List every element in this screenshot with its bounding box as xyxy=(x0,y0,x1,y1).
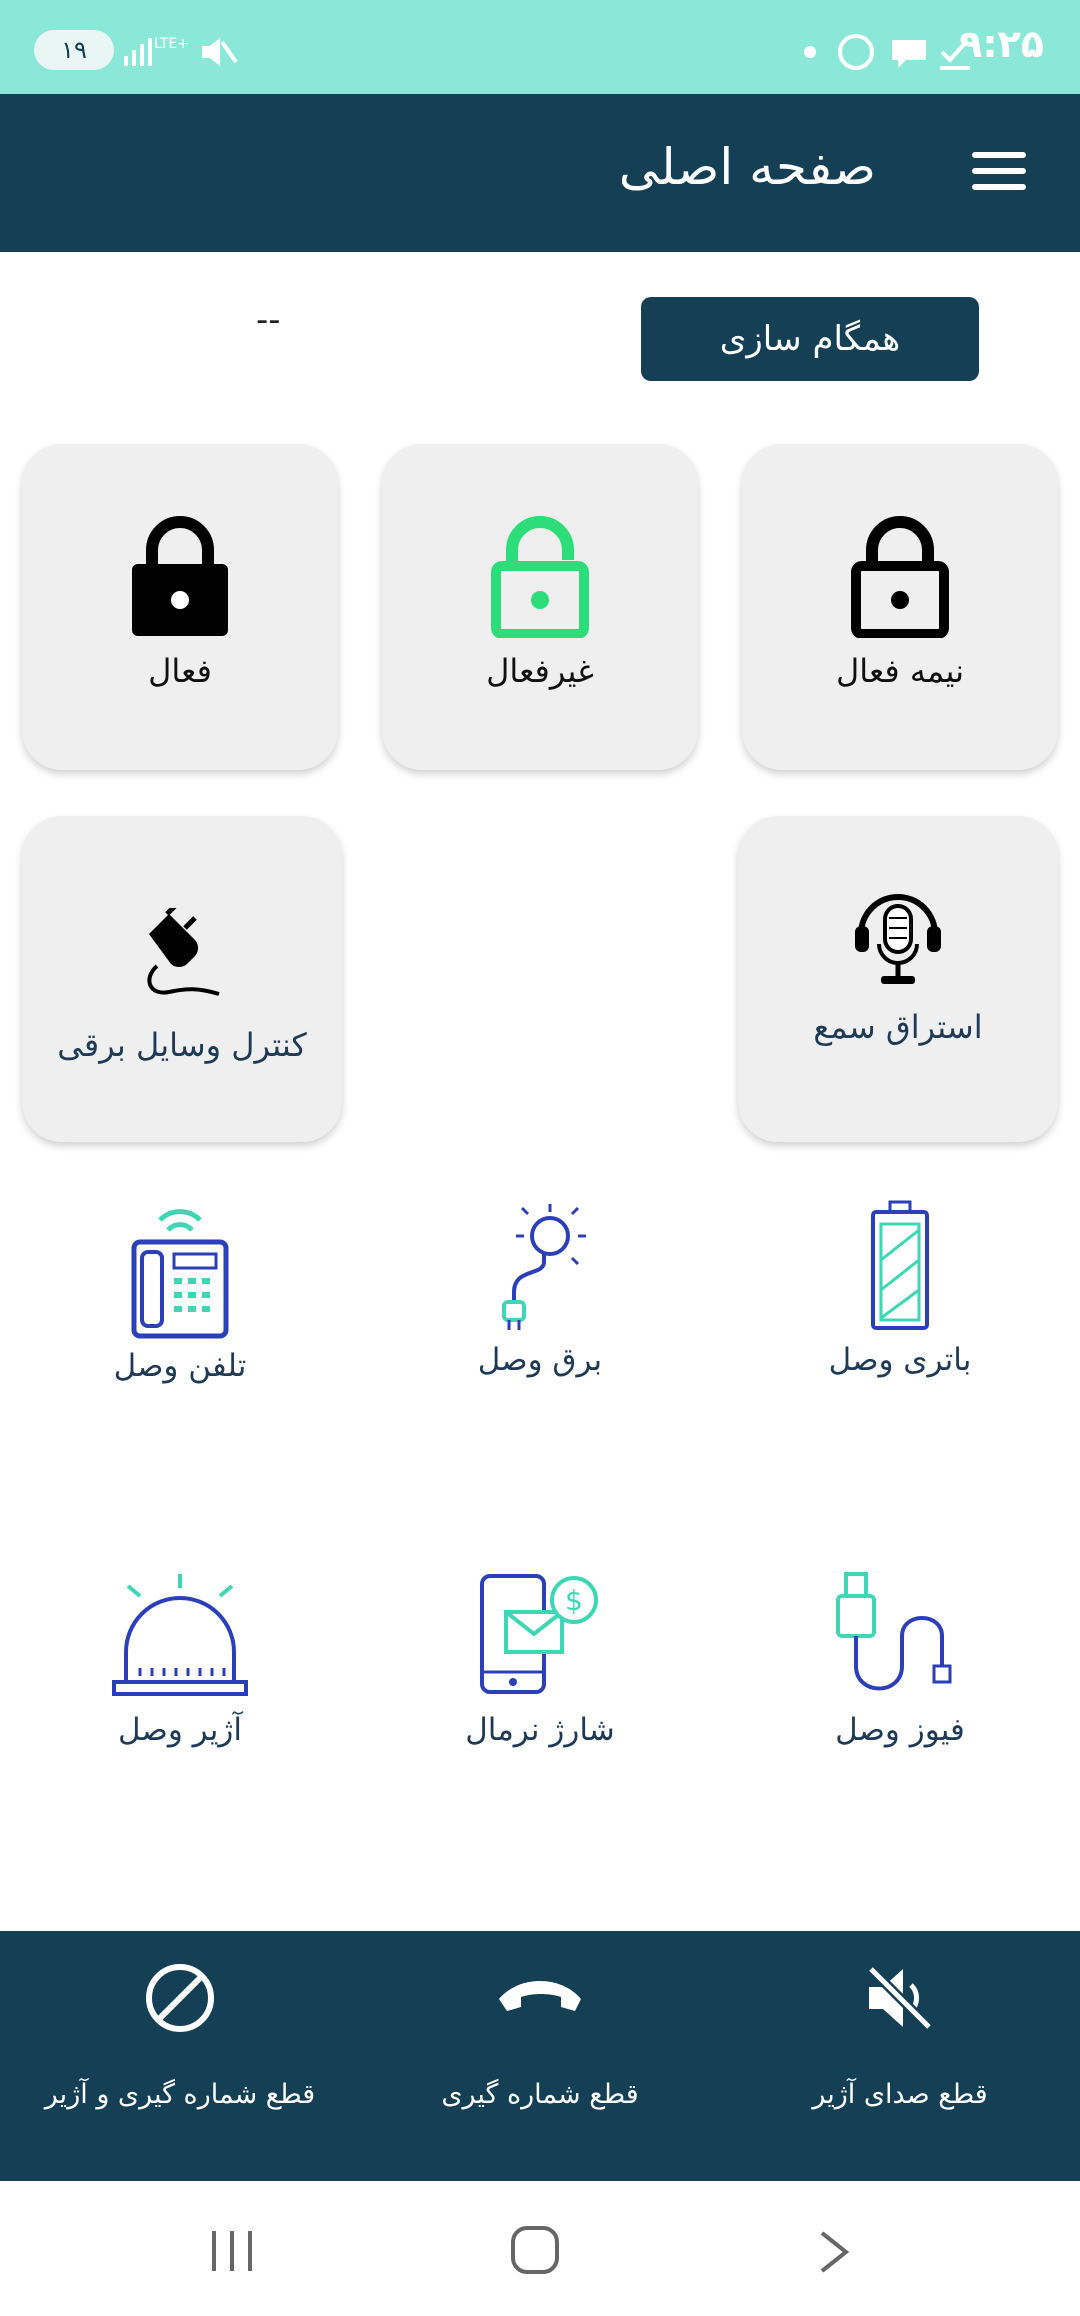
headset-microphone-icon xyxy=(855,894,941,984)
battery-indicator: ۱۹ xyxy=(34,30,114,70)
mode-inactive-card[interactable]: غیرفعال xyxy=(382,444,698,770)
charge-status-tile: $ شارژ نرمال xyxy=(360,1572,720,1772)
mute-icon xyxy=(202,38,238,66)
app-header: صفحه اصلی xyxy=(0,94,1080,252)
hang-up-button[interactable]: قطع شماره گیری xyxy=(360,1931,720,2181)
mode-active-card[interactable]: فعال xyxy=(22,444,338,770)
lock-filled-icon xyxy=(132,516,228,636)
battery-icon xyxy=(871,1200,929,1330)
clock: ۹:۲۵ xyxy=(959,22,1044,66)
listen-card[interactable]: استراق سمع xyxy=(738,816,1058,1142)
phone-hangup-icon xyxy=(499,1981,581,2011)
block-icon xyxy=(146,1964,214,2032)
fuse-status-tile: فیوز وصل xyxy=(720,1572,1080,1772)
tile-label: فیوز وصل xyxy=(835,1712,965,1748)
siren-icon xyxy=(112,1574,248,1696)
hamburger-menu-icon[interactable] xyxy=(972,152,1026,192)
tile-label: آژیر وصل xyxy=(118,1712,242,1748)
hang-up-label: قطع شماره گیری xyxy=(441,2079,639,2110)
tile-label: تلفن وصل xyxy=(113,1348,247,1384)
usb-cable-icon xyxy=(836,1572,952,1691)
power-status-tile: برق وصل xyxy=(360,1200,720,1400)
power-control-card[interactable]: کنترل وسایل برقی xyxy=(22,816,342,1142)
power-control-label: کنترل وسایل برقی xyxy=(57,1026,307,1064)
svg-text:$: $ xyxy=(565,1584,583,1617)
mute-siren-button[interactable]: قطع صدای آژیر xyxy=(720,1931,1080,2181)
speaker-mute-icon xyxy=(867,1965,933,2031)
tile-label: باتری وصل xyxy=(828,1342,972,1378)
siren-status-tile: آژیر وصل xyxy=(0,1572,360,1772)
light-bulb-plug-icon xyxy=(502,1204,586,1330)
mode-label: غیرفعال xyxy=(486,652,594,690)
mode-label: فعال xyxy=(148,652,212,690)
svg-text:LTE+: LTE+ xyxy=(154,36,189,52)
mobile-payment-icon: $ xyxy=(480,1574,598,1694)
tile-label: برق وصل xyxy=(477,1342,603,1378)
bottom-action-bar: قطع صدای آژیر قطع شماره گیری قطع شماره گ… xyxy=(0,1931,1080,2181)
mode-label: نیمه فعال xyxy=(835,652,965,690)
phone-status-tile: تلفن وصل xyxy=(0,1200,360,1400)
sync-button[interactable]: همگام سازی xyxy=(641,297,979,381)
tile-label: شارژ نرمال xyxy=(465,1712,615,1748)
system-navigation-bar xyxy=(0,2181,1080,2316)
listen-label: استراق سمع xyxy=(813,1008,983,1046)
home-icon[interactable] xyxy=(510,2225,560,2275)
sync-status-value: -- xyxy=(256,300,281,340)
unlock-icon xyxy=(491,516,589,638)
lock-icon xyxy=(851,516,949,638)
battery-status-tile: باتری وصل xyxy=(720,1200,1080,1400)
hang-up-and-siren-label: قطع شماره گیری و آژیر xyxy=(44,2079,316,2110)
telephone-icon xyxy=(131,1209,229,1339)
mode-semi-active-card[interactable]: نیمه فعال xyxy=(742,444,1058,770)
recent-apps-icon[interactable] xyxy=(210,2229,256,2273)
plug-icon xyxy=(147,908,220,996)
page-title: صفحه اصلی xyxy=(618,138,876,196)
mute-siren-label: قطع صدای آژیر xyxy=(812,2079,988,2110)
hang-up-and-siren-button[interactable]: قطع شماره گیری و آژیر xyxy=(0,1931,360,2181)
status-bar: ۱۹ LTE+ ۹:۲۵ xyxy=(0,0,1080,94)
back-chevron-icon[interactable] xyxy=(818,2229,852,2275)
